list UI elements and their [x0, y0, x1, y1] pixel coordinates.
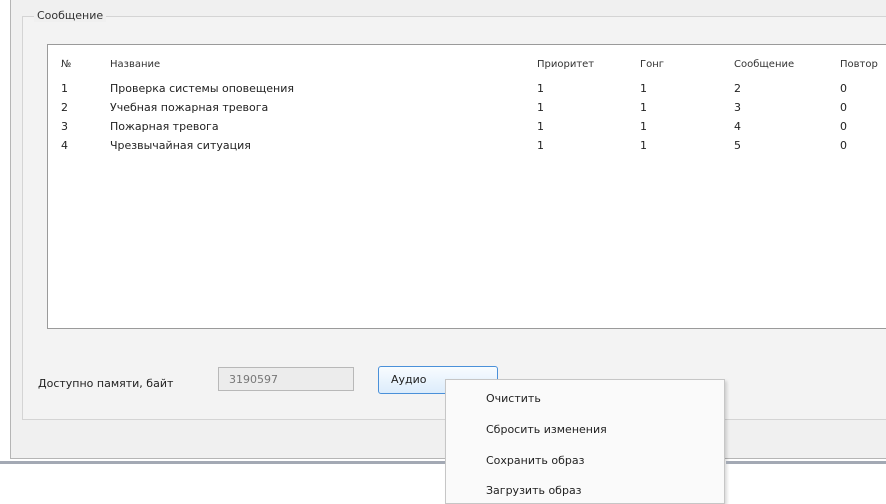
cell-name: Чрезвычайная ситуация — [110, 139, 251, 152]
header-name[interactable]: Название — [110, 59, 160, 70]
cell-repeat: 0 — [840, 101, 847, 114]
cell-number: 1 — [61, 82, 68, 95]
cell-number: 4 — [61, 139, 68, 152]
audio-context-menu: Очистить Сбросить изменения Сохранить об… — [445, 379, 725, 504]
header-number[interactable]: № — [61, 59, 71, 70]
taskbar-strip — [0, 458, 886, 468]
header-gong[interactable]: Гонг — [640, 59, 664, 70]
cell-gong: 1 — [640, 139, 647, 152]
cell-number: 2 — [61, 101, 68, 114]
messages-table[interactable]: № Название Приоритет Гонг Сообщение Повт… — [47, 44, 886, 329]
cell-gong: 1 — [640, 120, 647, 133]
cell-gong: 1 — [640, 101, 647, 114]
table-header: № Название Приоритет Гонг Сообщение Повт… — [48, 45, 886, 80]
menu-item-clear[interactable]: Очистить — [486, 392, 541, 405]
cell-message: 5 — [734, 139, 741, 152]
memory-value-field: 3190597 — [218, 367, 354, 391]
table-row[interactable]: 4 Чрезвычайная ситуация 1 1 5 0 — [48, 137, 886, 156]
cell-gong: 1 — [640, 82, 647, 95]
menu-item-load-image[interactable]: Загрузить образ — [486, 484, 582, 497]
taskbar-line — [726, 461, 886, 464]
cell-priority: 1 — [537, 101, 544, 114]
cell-priority: 1 — [537, 82, 544, 95]
header-message[interactable]: Сообщение — [734, 59, 794, 70]
cell-message: 2 — [734, 82, 741, 95]
cell-repeat: 0 — [840, 82, 847, 95]
memory-label: Доступно памяти, байт — [38, 377, 174, 390]
menu-item-reset[interactable]: Сбросить изменения — [486, 423, 607, 436]
cell-priority: 1 — [537, 139, 544, 152]
cell-name: Пожарная тревога — [110, 120, 219, 133]
cell-repeat: 0 — [840, 139, 847, 152]
cell-number: 3 — [61, 120, 68, 133]
cell-name: Проверка системы оповещения — [110, 82, 294, 95]
header-repeat[interactable]: Повтор — [840, 59, 878, 70]
groupbox-title: Сообщение — [34, 9, 107, 22]
table-row[interactable]: 3 Пожарная тревога 1 1 4 0 — [48, 118, 886, 137]
cell-priority: 1 — [537, 120, 544, 133]
table-row[interactable]: 2 Учебная пожарная тревога 1 1 3 0 — [48, 99, 886, 118]
header-priority[interactable]: Приоритет — [537, 59, 594, 70]
cell-repeat: 0 — [840, 120, 847, 133]
taskbar-line — [0, 461, 445, 464]
cell-message: 3 — [734, 101, 741, 114]
cell-name: Учебная пожарная тревога — [110, 101, 269, 114]
table-row[interactable]: 1 Проверка системы оповещения 1 1 2 0 — [48, 80, 886, 99]
cell-message: 4 — [734, 120, 741, 133]
